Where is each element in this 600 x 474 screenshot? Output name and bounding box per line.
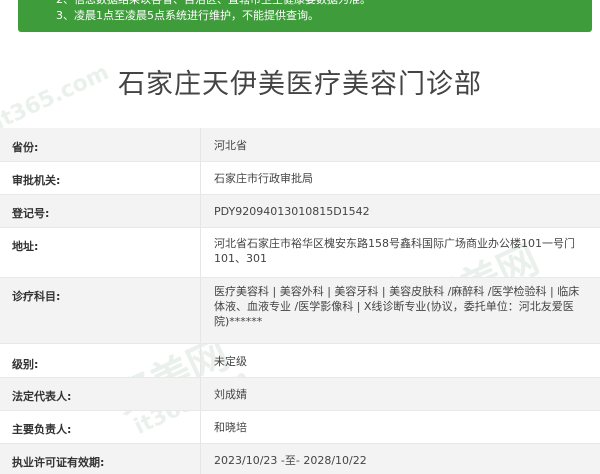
info-label: 法定代表人: [12,390,72,403]
info-value: PDY92094013010815D1542 [214,205,370,218]
info-value: 石家庄市行政审批局 [214,172,313,185]
info-value: 河北省石家庄市裕华区槐安东路158号鑫科国际广场商业办公楼101一号门101、3… [214,237,575,265]
info-row-registration-number: 登记号: PDY92094013010815D1542 [0,195,600,228]
info-row-approval-authority: 审批机关: 石家庄市行政审批局 [0,162,600,195]
info-value: 2023/10/23 -至- 2028/10/22 [214,454,367,467]
info-label: 执业许可证有效期: [12,456,105,469]
info-value: 和晓培 [214,421,247,434]
info-label: 诊疗科目: [12,290,61,303]
info-value: 河北省 [214,139,247,152]
notice-line: 3、凌晨1点至凌晨5点系统进行维护，不能提供查询。 [56,9,319,22]
info-row-license-validity: 执业许可证有效期: 2023/10/23 -至- 2028/10/22 [0,444,600,474]
info-value: 未定级 [214,355,247,368]
info-row-principal: 主要负责人: 和晓培 [0,411,600,444]
info-label: 审批机关: [12,174,61,187]
notice-banner: 2、信息数据结果以各省、自治区、直辖市卫生健康委数据为准。 3、凌晨1点至凌晨5… [18,0,592,32]
info-row-departments: 诊疗科目: 医疗美容科 | 美容外科 | 美容牙科 | 美容皮肤科 /麻醉科 /… [0,278,600,344]
notice-line: 2、信息数据结果以各省、自治区、直辖市卫生健康委数据为准。 [56,0,592,8]
info-value: 医疗美容科 | 美容外科 | 美容牙科 | 美容皮肤科 /麻醉科 /医学检验科 … [214,285,580,328]
info-label: 地址: [12,240,39,253]
info-label: 省份: [12,141,39,154]
info-row-legal-representative: 法定代表人: 刘成婧 [0,378,600,411]
page-title: 石家庄天伊美医疗美容门诊部 [118,69,482,100]
info-row-province: 省份: 河北省 [0,128,600,162]
info-value: 刘成婧 [214,388,247,401]
info-label: 登记号: [12,207,50,220]
info-table: 省份: 河北省 审批机关: 石家庄市行政审批局 登记号: PDY92094013… [0,128,600,474]
info-label: 主要负责人: [12,423,72,436]
info-row-level: 级别: 未定级 [0,344,600,378]
info-label: 级别: [12,358,39,371]
info-row-address: 地址: 河北省石家庄市裕华区槐安东路158号鑫科国际广场商业办公楼101一号门1… [0,228,600,278]
